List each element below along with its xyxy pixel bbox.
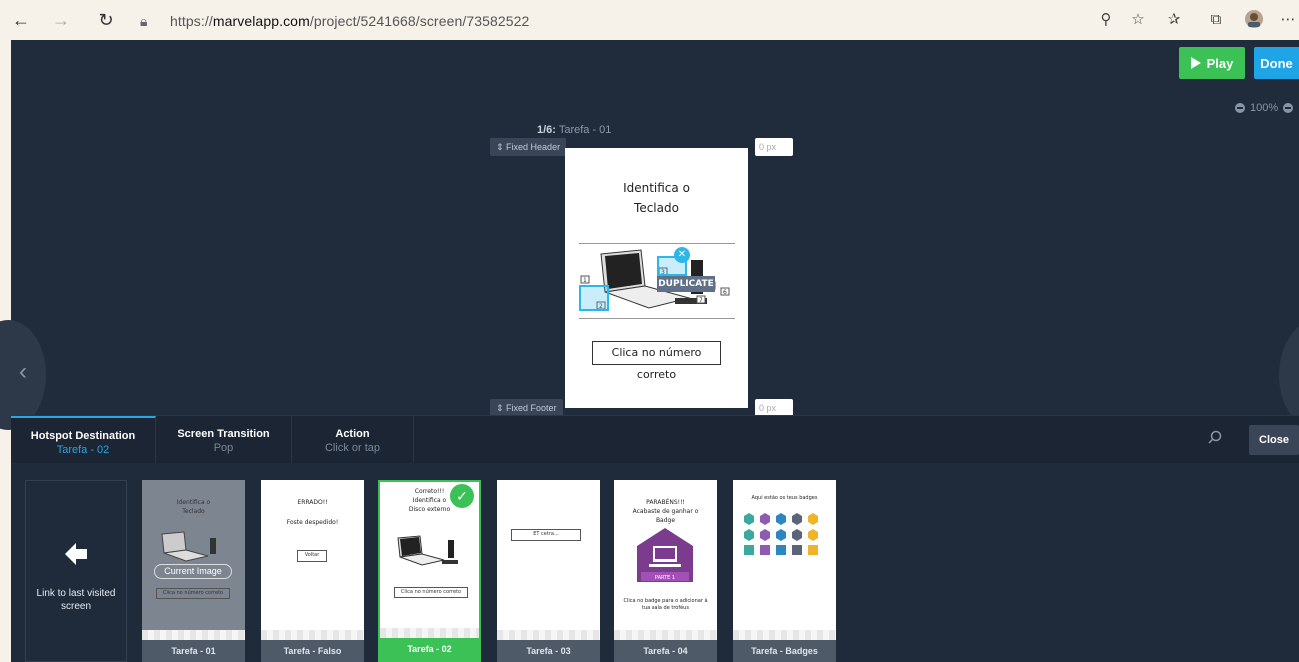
- thumb-footer: [614, 630, 717, 640]
- profile-icon[interactable]: [1243, 9, 1265, 31]
- arrow-left-icon: [65, 543, 87, 565]
- thumb-footer: [380, 628, 479, 638]
- screen-canvas[interactable]: Identifica oTeclado 1 2 3 5 6 7 ✕ DUPLIC…: [565, 148, 748, 408]
- thumb-text: Aqui estão os teus badges: [751, 495, 818, 501]
- check-icon: ✓: [450, 484, 474, 508]
- screen-title: 1/6: Tarefa - 01: [537, 124, 612, 136]
- collections-icon[interactable]: ⧉: [1205, 9, 1227, 31]
- thumb-footer: [497, 630, 600, 640]
- refresh-icon[interactable]: ↻: [95, 9, 117, 31]
- zoom-in-icon[interactable]: [1283, 103, 1294, 113]
- fixed-header-px-input[interactable]: 0 px: [755, 138, 793, 156]
- thumb-text: Badge: [655, 517, 676, 524]
- play-button[interactable]: Play: [1179, 47, 1245, 79]
- svg-text:PARTE 1: PARTE 1: [655, 575, 675, 581]
- thumbnail-tarefa-badges[interactable]: Aqui estão os teus badges Tarefa - Badge…: [733, 480, 836, 662]
- chevron-left-icon: ‹: [19, 358, 27, 385]
- screen-heading: Identifica o Teclado: [623, 181, 690, 215]
- zoom-control: 100%: [1235, 100, 1299, 116]
- forward-icon[interactable]: →: [50, 9, 72, 31]
- screen-thumbnail-strip: Link to last visited screen Identifica o…: [11, 463, 1299, 662]
- close-icon[interactable]: ✕: [674, 247, 690, 263]
- url-text: https://marvelapp.com/project/5241668/sc…: [170, 13, 530, 29]
- done-button[interactable]: Done: [1254, 47, 1299, 79]
- thumbnail-tarefa-03[interactable]: ET cetra... Tarefa - 03: [497, 480, 600, 662]
- tab-action[interactable]: Action Click or tap: [292, 416, 414, 464]
- badge-icon: PARTE 1: [637, 528, 693, 582]
- thumb-name: Tarefa - 03: [497, 640, 600, 662]
- thumb-button: Clica no número correto: [156, 588, 230, 599]
- thumb-text: PARABÉNS!!!: [646, 499, 685, 506]
- thumb-name: Tarefa - 02: [380, 638, 479, 660]
- thumb-button: ET cetra...: [511, 529, 581, 541]
- zoom-level: 100%: [1250, 102, 1279, 114]
- thumb-name: Tarefa - Falso: [261, 640, 364, 662]
- tab-screen-transition[interactable]: Screen Transition Pop: [156, 416, 292, 464]
- last-visited-label: Link to last visited screen: [36, 588, 116, 612]
- thumb-button: Clica no número correto: [394, 587, 468, 598]
- thumb-footer: [733, 630, 836, 640]
- screen-cta-box: Clica no número correto: [592, 341, 721, 381]
- callout-1: 1: [583, 277, 587, 284]
- thumb-text: Acabaste de ganhar o: [632, 508, 699, 515]
- previous-screen-button[interactable]: ‹: [0, 320, 46, 430]
- divider: [579, 243, 735, 244]
- tab-hotspot-destination[interactable]: Hotspot Destination Tarefa - 02: [11, 416, 156, 464]
- thumb-text: Teclado: [182, 508, 205, 515]
- browser-toolbar: ← → ↻ 🔒︎ https://marvelapp.com/project/5…: [0, 0, 1299, 40]
- badges-grid-icon: [744, 513, 818, 555]
- favorites-icon[interactable]: ✰: [1163, 9, 1185, 31]
- thumbnail-tarefa-02[interactable]: Correto!!! Identifica o Disco externo ✓ …: [378, 480, 481, 662]
- more-icon[interactable]: ⋯: [1277, 9, 1299, 31]
- prototype-editor: Play Done 100% ‹ 1/6: Tarefa - 01 ⇕ Fixe…: [0, 40, 1299, 662]
- star-icon[interactable]: ☆: [1127, 9, 1149, 31]
- callout-7: 7: [699, 297, 703, 304]
- search-icon[interactable]: [1207, 430, 1225, 448]
- tab-value: Pop: [213, 442, 234, 454]
- play-icon: [1190, 57, 1201, 69]
- current-image-badge: Current Image: [154, 564, 232, 579]
- thumb-name: Tarefa - Badges: [733, 640, 836, 662]
- thumb-footer: [261, 630, 364, 640]
- zoom-icon[interactable]: ⚲: [1095, 9, 1117, 31]
- thumb-name: Tarefa - 04: [614, 640, 717, 662]
- thumb-text: Identifica o: [176, 499, 211, 506]
- tab-title: Screen Transition: [177, 428, 270, 440]
- thumb-caption: Clica no badge para o adicionar à tua sa…: [623, 598, 708, 611]
- callout-6: 6: [723, 289, 727, 296]
- hotspot-panel-tabs: Hotspot Destination Tarefa - 02 Screen T…: [11, 415, 1299, 464]
- link-last-visited-button[interactable]: Link to last visited screen: [25, 480, 127, 662]
- thumbnail-tarefa-01[interactable]: Identifica o Teclado Current Image Clica…: [142, 480, 245, 662]
- thumbnail-tarefa-falso[interactable]: ERRADO!! Foste despedido! Voltar Tarefa …: [261, 480, 364, 662]
- next-screen-button[interactable]: [1279, 320, 1299, 430]
- divider: [579, 318, 735, 319]
- tab-value: Tarefa - 02: [56, 444, 110, 456]
- close-button[interactable]: Close: [1249, 425, 1299, 455]
- zoom-out-icon[interactable]: [1235, 103, 1245, 113]
- tab-value: Click or tap: [324, 442, 381, 454]
- laptop-illustration: [397, 535, 458, 566]
- duplicate-button[interactable]: DUPLICATE: [657, 276, 715, 292]
- thumb-name: Tarefa - 01: [142, 640, 245, 662]
- play-label: Play: [1206, 55, 1234, 71]
- lock-icon: 🔒︎: [140, 13, 148, 29]
- laptop-illustration: [161, 531, 216, 562]
- thumb-footer: [142, 630, 245, 640]
- address-bar[interactable]: 🔒︎ https://marvelapp.com/project/5241668…: [140, 8, 1240, 34]
- hotspot-area[interactable]: [579, 285, 609, 311]
- back-icon[interactable]: ←: [10, 9, 32, 31]
- tab-title: Action: [335, 428, 370, 440]
- thumb-button: Voltar: [297, 550, 327, 562]
- thumb-text: ERRADO!!: [297, 499, 328, 506]
- thumbnail-tarefa-04[interactable]: PARABÉNS!!! Acabaste de ganhar o Badge P…: [614, 480, 717, 662]
- fixed-header-handle[interactable]: ⇕ Fixed Header: [490, 138, 567, 156]
- thumb-text: Foste despedido!: [286, 519, 339, 526]
- tab-title: Hotspot Destination: [30, 430, 136, 442]
